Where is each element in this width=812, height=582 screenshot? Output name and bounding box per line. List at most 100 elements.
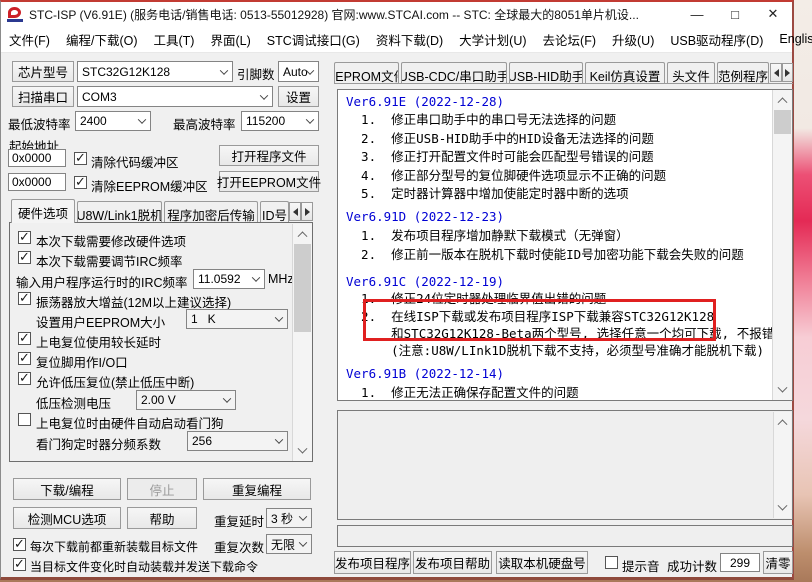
beep-checkbox[interactable]	[605, 556, 618, 569]
maximize-icon[interactable]: □	[716, 2, 754, 26]
help-button[interactable]: 帮助	[127, 507, 197, 529]
open-program-file-button[interactable]: 打开程序文件	[219, 145, 319, 166]
code-start-address-input[interactable]: 0x0000	[8, 149, 66, 167]
chip-model-select[interactable]: STC32G12K128	[77, 61, 233, 82]
tab-eeprom-file[interactable]: EEPROM文件	[334, 62, 399, 83]
scroll-down-icon[interactable]	[774, 500, 791, 516]
scroll-up-icon[interactable]	[774, 414, 791, 430]
pin-count-value: Auto	[283, 64, 308, 79]
menu-program-download[interactable]: 编程/下载(O)	[58, 30, 146, 49]
eeprom-start-address-input[interactable]: 0x0000	[8, 173, 66, 191]
tab-scroll-right-icon[interactable]	[782, 63, 793, 82]
note-line: 2. 修正USB-HID助手中的HID设备无法选择的问题	[346, 131, 654, 146]
read-disk-id-button[interactable]: 读取本机硬盘号	[496, 551, 588, 574]
tab-header-files[interactable]: 头文件	[667, 62, 715, 83]
tab-usb-hid[interactable]: USB-HID助手	[509, 62, 583, 83]
tab-scroll-left-icon[interactable]	[289, 202, 301, 221]
chevron-down-icon	[222, 394, 232, 403]
max-baud-select[interactable]: 115200	[241, 111, 319, 131]
release-notes-area[interactable]: Ver6.91E (2022-12-28) 1. 修正串口助手中的串口号无法选择…	[337, 89, 793, 401]
message-log-area[interactable]	[337, 410, 793, 520]
menu-forum[interactable]: 去论坛(F)	[535, 30, 604, 49]
clear-count-button[interactable]: 清零	[763, 551, 793, 574]
port-settings-button[interactable]: 设置	[278, 86, 319, 107]
lvd-voltage-select[interactable]: 2.00 V	[136, 390, 236, 410]
scroll-up-icon[interactable]	[773, 92, 792, 108]
menu-downloads[interactable]: 资料下载(D)	[368, 30, 451, 49]
open-eeprom-file-button[interactable]: 打开EEPROM文件	[217, 171, 321, 192]
repeat-program-button[interactable]: 重复编程	[203, 478, 311, 500]
scan-port-button[interactable]: 扫描串口	[12, 86, 74, 107]
chip-model-value: STC32G12K128	[82, 64, 171, 79]
menu-ui[interactable]: 界面(L)	[202, 30, 258, 49]
tab-baseline	[334, 83, 793, 84]
modify-hw-options-checkbox[interactable]	[18, 229, 31, 245]
eeprom-size-value: 1 K	[191, 312, 216, 326]
reload-target-checkbox[interactable]	[13, 536, 26, 552]
chip-model-button[interactable]: 芯片型号	[12, 61, 74, 82]
menu-file[interactable]: 文件(F)	[1, 30, 58, 49]
repeat-times-select[interactable]: 无限	[266, 534, 312, 554]
menu-upgrade[interactable]: 升级(U)	[604, 30, 662, 49]
stop-button[interactable]: 停止	[127, 478, 197, 500]
check-mcu-options-button[interactable]: 检测MCU选项	[13, 507, 121, 529]
clear-eeprom-buffer-checkbox[interactable]	[74, 174, 87, 190]
scroll-up-icon[interactable]	[293, 226, 312, 242]
hw-watchdog-checkbox[interactable]	[18, 413, 31, 426]
notes-scrollbar[interactable]	[772, 90, 792, 400]
tab-id-number[interactable]: ID号	[260, 201, 289, 222]
reset-pin-io-checkbox[interactable]	[18, 350, 31, 366]
lvd-reset-checkbox[interactable]	[18, 370, 31, 386]
scroll-down-icon[interactable]	[293, 443, 312, 459]
chevron-down-icon	[298, 512, 308, 521]
long-por-delay-checkbox[interactable]	[18, 330, 31, 346]
success-count-value: 299	[720, 553, 760, 572]
irc-frequency-value: 11.0592	[198, 272, 241, 286]
note-line: 3. 修正打开配置文件时可能会匹配型号错误的问题	[346, 149, 654, 164]
watchdog-prescaler-label: 看门狗定时器分频系数	[36, 438, 162, 452]
oscillator-gain-checkbox[interactable]	[18, 290, 31, 306]
status-strip	[337, 525, 793, 547]
options-scrollbar[interactable]	[292, 224, 312, 461]
tab-scroll-left-icon[interactable]	[770, 63, 782, 82]
minimize-icon[interactable]: —	[678, 2, 716, 26]
menu-university[interactable]: 大学计划(U)	[451, 30, 534, 49]
download-program-button[interactable]: 下载/编程	[13, 478, 121, 500]
tab-scroll-right-icon[interactable]	[301, 202, 313, 221]
scrollbar-thumb[interactable]	[774, 110, 791, 134]
note-line: 2. 修正前一版本在脱机下载时使能ID号加密功能下载会失败的问题	[346, 247, 744, 262]
adjust-irc-checkbox[interactable]	[18, 249, 31, 265]
option-label: 上电复位时由硬件自动启动看门狗	[36, 417, 224, 431]
scroll-down-icon[interactable]	[773, 382, 792, 398]
publish-project-button[interactable]: 发布项目程序	[334, 551, 411, 574]
tab-hardware-options[interactable]: 硬件选项	[11, 199, 75, 223]
publish-help-button[interactable]: 发布项目帮助	[413, 551, 492, 574]
tab-keil-emulation[interactable]: Keil仿真设置	[585, 62, 665, 83]
log-scrollbar[interactable]	[773, 412, 791, 518]
eeprom-size-select[interactable]: 1 K	[186, 309, 288, 329]
menu-tools[interactable]: 工具(T)	[146, 30, 203, 49]
menu-usb-driver[interactable]: USB驱动程序(D)	[662, 30, 771, 49]
tab-encrypted-transfer[interactable]: 程序加密后传输	[164, 201, 258, 222]
com-port-select[interactable]: COM3	[77, 86, 273, 107]
repeat-delay-select[interactable]: 3 秒	[266, 508, 312, 528]
menu-stc-debug[interactable]: STC调试接口(G)	[259, 30, 368, 49]
menu-english[interactable]: English	[771, 32, 812, 46]
chevron-down-icon	[274, 435, 284, 444]
watchdog-prescaler-select[interactable]: 256	[187, 431, 288, 451]
tab-example-programs[interactable]: 范例程序	[717, 62, 769, 83]
autoload-send-checkbox[interactable]	[13, 556, 26, 572]
stc-isp-window: STC-ISP (V6.91E) (服务电话/销售电话: 0513-550129…	[0, 0, 812, 580]
repeat-times-label: 重复次数	[214, 541, 265, 555]
close-icon[interactable]: ✕	[754, 2, 792, 26]
clear-code-buffer-checkbox[interactable]	[74, 150, 87, 166]
titlebar: STC-ISP (V6.91E) (服务电话/销售电话: 0513-550129…	[1, 2, 792, 26]
pin-count-select[interactable]: Auto	[278, 61, 319, 82]
tab-usb-cdc-serial[interactable]: USB-CDC/串口助手	[401, 62, 507, 83]
chevron-down-icon	[251, 273, 261, 282]
pin-count-label: 引脚数	[237, 68, 275, 82]
min-baud-select[interactable]: 2400	[75, 111, 151, 131]
irc-frequency-select[interactable]: 11.0592	[193, 269, 265, 289]
scrollbar-thumb[interactable]	[294, 244, 311, 332]
tab-u8w-link1-offline[interactable]: U8W/Link1脱机	[77, 201, 162, 222]
